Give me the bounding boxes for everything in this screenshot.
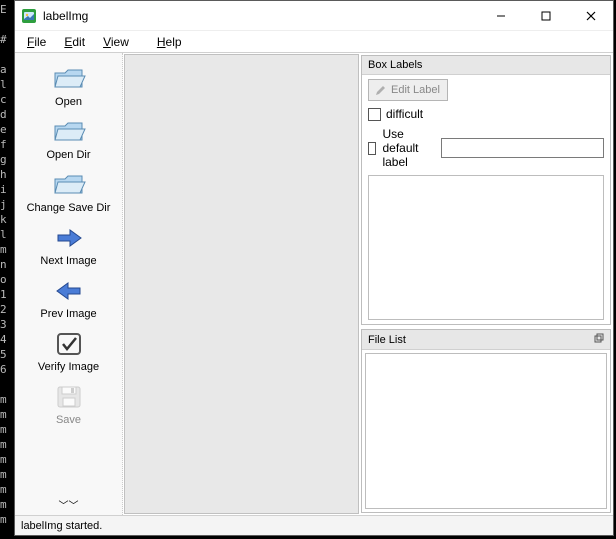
use-default-label-text: Use default label [382,127,435,169]
tool-save[interactable]: Save [15,379,122,428]
panel-title: Box Labels [368,59,422,71]
toolbar-overflow-icon[interactable]: ﹀﹀ [15,503,122,511]
use-default-label-checkbox[interactable] [368,142,376,155]
edit-label-text: Edit Label [391,84,440,96]
save-floppy-icon [51,382,87,412]
box-labels-panel: Box Labels Edit Label difficult [361,55,611,325]
status-message: labelImg started. [21,520,102,532]
tool-prev-image[interactable]: Prev Image [15,273,122,322]
menu-view[interactable]: View [95,33,137,51]
canvas-area[interactable] [124,54,359,514]
tool-open[interactable]: Open [15,61,122,110]
tool-label: Open Dir [46,149,90,161]
tool-label: Change Save Dir [27,202,111,214]
folder-save-icon [51,170,87,200]
window-controls [478,1,613,30]
status-bar: labelImg started. [15,515,613,535]
difficult-label: difficult [386,107,423,121]
title-bar: labelImg [15,1,613,31]
maximize-button[interactable] [523,1,568,30]
menu-edit[interactable]: Edit [56,33,93,51]
folder-dir-icon [51,117,87,147]
tool-verify-image[interactable]: Verify Image [15,326,122,375]
window-title: labelImg [43,9,88,23]
tool-open-dir[interactable]: Open Dir [15,114,122,163]
app-icon [21,8,37,24]
verify-check-icon [51,329,87,359]
label-list[interactable] [368,175,604,320]
file-list[interactable] [365,353,607,509]
folder-open-icon [51,64,87,94]
background-terminal: E # alcdefg hijklmn o123456 mmmmm mmmm [0,0,14,539]
tool-label: Next Image [40,255,96,267]
tool-label: Prev Image [40,308,96,320]
file-list-panel: File List [361,329,611,513]
right-column: Box Labels Edit Label difficult [361,53,613,515]
pencil-icon [375,84,387,96]
tool-label: Verify Image [38,361,99,373]
arrow-right-icon [51,223,87,253]
minimize-button[interactable] [478,1,523,30]
menu-file[interactable]: File [19,33,54,51]
panel-title: File List [368,334,406,346]
menu-bar: File Edit View Help [15,31,613,53]
default-label-input[interactable] [441,138,604,158]
edit-label-button[interactable]: Edit Label [368,79,448,101]
menu-help[interactable]: Help [149,33,190,51]
box-labels-header: Box Labels [362,56,610,75]
left-toolbar: Open Open Dir Change S [15,53,123,515]
tool-change-save-dir[interactable]: Change Save Dir [15,167,122,216]
tool-label: Open [55,96,82,108]
undock-icon[interactable] [594,333,604,346]
tool-next-image[interactable]: Next Image [15,220,122,269]
arrow-left-icon [51,276,87,306]
close-button[interactable] [568,1,613,30]
tool-label: Save [56,414,81,426]
app-window: labelImg File Edit View Help [14,0,614,536]
file-list-header: File List [362,330,610,350]
difficult-checkbox[interactable] [368,108,381,121]
